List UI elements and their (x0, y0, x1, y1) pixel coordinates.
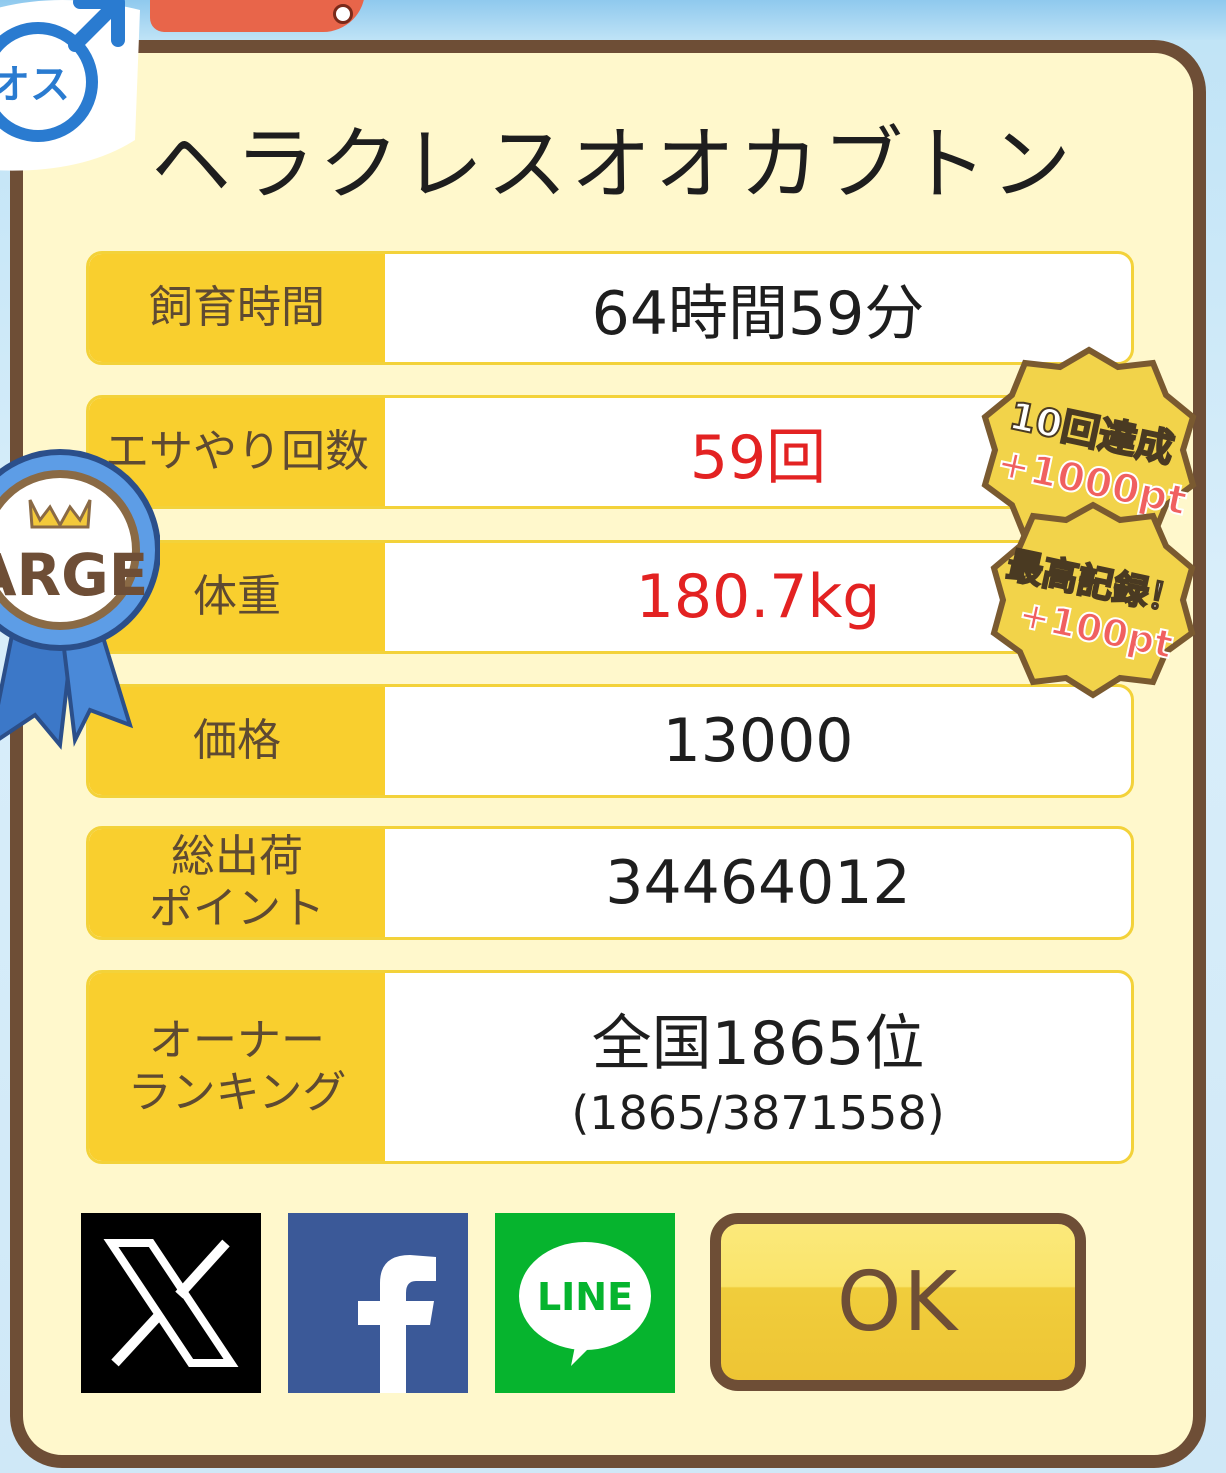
stat-label: オーナー ランキング (89, 973, 385, 1161)
x-logo-icon (103, 1239, 239, 1367)
line-logo-icon: LINE (519, 1242, 651, 1366)
stat-label: 飼育時間 (89, 254, 385, 362)
achievement-badge-record: 最高記録！ +100pt (990, 501, 1196, 699)
line-logo-text: LINE (537, 1275, 633, 1319)
ok-button[interactable]: OK (710, 1213, 1086, 1391)
size-ribbon-icon: ARGE (0, 449, 160, 750)
stat-value: 全国1865位 (1865/3871558) (385, 973, 1131, 1161)
stat-row-total-points: 総出荷 ポイント 34464012 (86, 826, 1134, 940)
stat-label-line: 総出荷 (171, 831, 303, 882)
gender-badge-text: オス (0, 62, 70, 108)
size-ribbon-text: ARGE (0, 541, 148, 609)
stat-label-line: ポイント (149, 883, 325, 934)
share-facebook-button[interactable] (288, 1213, 468, 1393)
male-gender-icon: オス (0, 0, 140, 171)
creature-name: ヘラクレスオオカブトン (151, 118, 1075, 211)
share-line-button[interactable]: LINE (495, 1213, 675, 1393)
stat-value: 34464012 (605, 848, 911, 918)
ranking-main: 全国1865位 (591, 1008, 925, 1079)
stat-row-breeding-time: 飼育時間 64時間59分 (86, 251, 1134, 365)
background-fish (150, 0, 365, 32)
stat-label: 総出荷 ポイント (89, 829, 385, 937)
stat-row-price: 価格 13000 (86, 684, 1134, 798)
ranking-detail: (1865/3871558) (571, 1085, 945, 1140)
stat-row-feeding-count: エサやり回数 59回 (86, 395, 1134, 509)
facebook-logo-icon (358, 1255, 436, 1393)
stat-label-line: オーナー (149, 1015, 325, 1066)
stat-row-weight: 体重 180.7kg (86, 540, 1134, 654)
stat-row-owner-ranking: オーナー ランキング 全国1865位 (1865/3871558) (86, 970, 1134, 1164)
stat-label-line: ランキング (127, 1067, 347, 1118)
stat-value: 13000 (662, 706, 854, 776)
share-x-button[interactable] (81, 1213, 261, 1393)
